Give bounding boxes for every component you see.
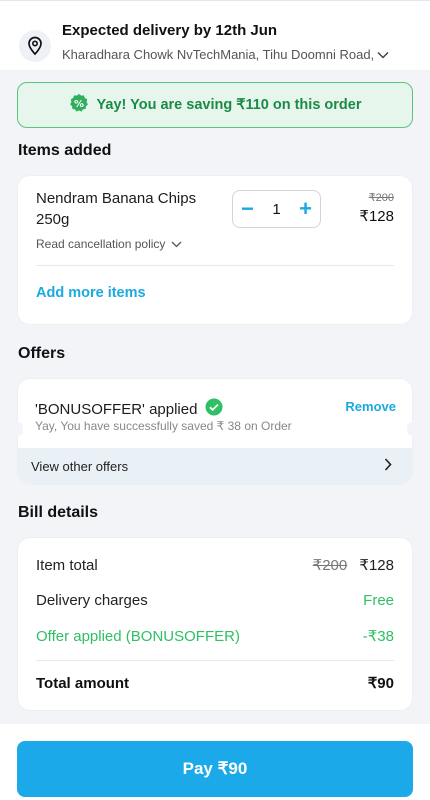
savings-text: Yay! You are saving ₹110 on this order [96, 97, 362, 113]
chevron-down-icon [171, 237, 182, 251]
chevron-down-icon [377, 47, 389, 62]
view-other-offers-label: View other offers [31, 458, 129, 474]
ticket-notch-right [407, 422, 417, 436]
quantity-stepper[interactable]: − 1 + [232, 190, 321, 228]
item-total-value: ₹128 [359, 557, 394, 574]
total-amount-value: ₹90 [367, 675, 394, 692]
delivery-label: Delivery charges [36, 592, 148, 609]
item-price: ₹128 [359, 208, 394, 225]
remove-offer-button[interactable]: Remove [345, 399, 396, 414]
delivery-address: Kharadhara Chowk NvTechMania, Tihu Doomn… [62, 47, 375, 62]
bill-row-offer: Offer applied (BONUSOFFER) -₹38 [36, 627, 394, 646]
bill-row-delivery: Delivery charges Free [36, 592, 394, 609]
total-amount-label: Total amount [36, 674, 130, 692]
item-original-price: ₹200 [368, 192, 394, 204]
location-pin-icon [19, 30, 51, 62]
delivery-header: Expected delivery by 12th Jun Kharadhara… [0, 0, 430, 70]
bill-card: Item total ₹200 ₹128 Delivery charges Fr… [18, 538, 412, 710]
item-total-original: ₹200 [312, 557, 348, 574]
view-other-offers-button[interactable]: View other offers [18, 448, 412, 484]
coupon-code-text: 'BONUSOFFER' applied [35, 400, 198, 418]
offers-section-title: Offers [18, 345, 66, 362]
ticket-notch-left [13, 422, 23, 436]
item-total-prices: ₹200 ₹128 [313, 556, 394, 574]
divider [36, 265, 394, 266]
item-name: Nendram Banana Chips 250g [36, 190, 197, 228]
chevron-right-icon [384, 458, 392, 474]
svg-text:%: % [74, 99, 84, 110]
delivery-eta: Expected delivery by 12th Jun [62, 22, 278, 39]
offer-card: 'BONUSOFFER' applied Yay, You have succe… [13, 379, 417, 484]
quantity-value: 1 [272, 200, 281, 218]
cart-item-card: Nendram Banana Chips 250g Read cancellat… [18, 176, 412, 324]
delivery-value: Free [363, 592, 394, 609]
offer-applied-message: Yay, You have successfully saved ₹ 38 on… [35, 419, 292, 433]
delivery-address-selector[interactable]: Kharadhara Chowk NvTechMania, Tihu Doomn… [62, 47, 389, 62]
savings-banner: % Yay! You are saving ₹110 on this order [17, 82, 413, 128]
divider [36, 660, 394, 661]
add-more-items-link[interactable]: Add more items [36, 285, 146, 301]
bill-row-total: Total amount ₹90 [36, 674, 394, 693]
bill-row-item-total: Item total ₹200 ₹128 [36, 556, 394, 575]
cancellation-policy-link[interactable]: Read cancellation policy [36, 237, 182, 251]
offer-applied-title: 'BONUSOFFER' applied [35, 398, 223, 420]
offer-applied-label: Offer applied (BONUSOFFER) [36, 627, 240, 645]
increment-button[interactable]: + [299, 198, 312, 220]
policy-label: Read cancellation policy [36, 237, 166, 251]
offer-applied-value: -₹38 [362, 628, 394, 645]
check-circle-icon [205, 398, 223, 420]
item-total-label: Item total [36, 556, 98, 574]
decrement-button[interactable]: − [241, 198, 254, 220]
pay-button[interactable]: Pay ₹90 [17, 741, 413, 797]
discount-badge-icon: % [69, 93, 89, 118]
items-section-title: Items added [18, 142, 112, 159]
bill-section-title: Bill details [18, 504, 99, 521]
